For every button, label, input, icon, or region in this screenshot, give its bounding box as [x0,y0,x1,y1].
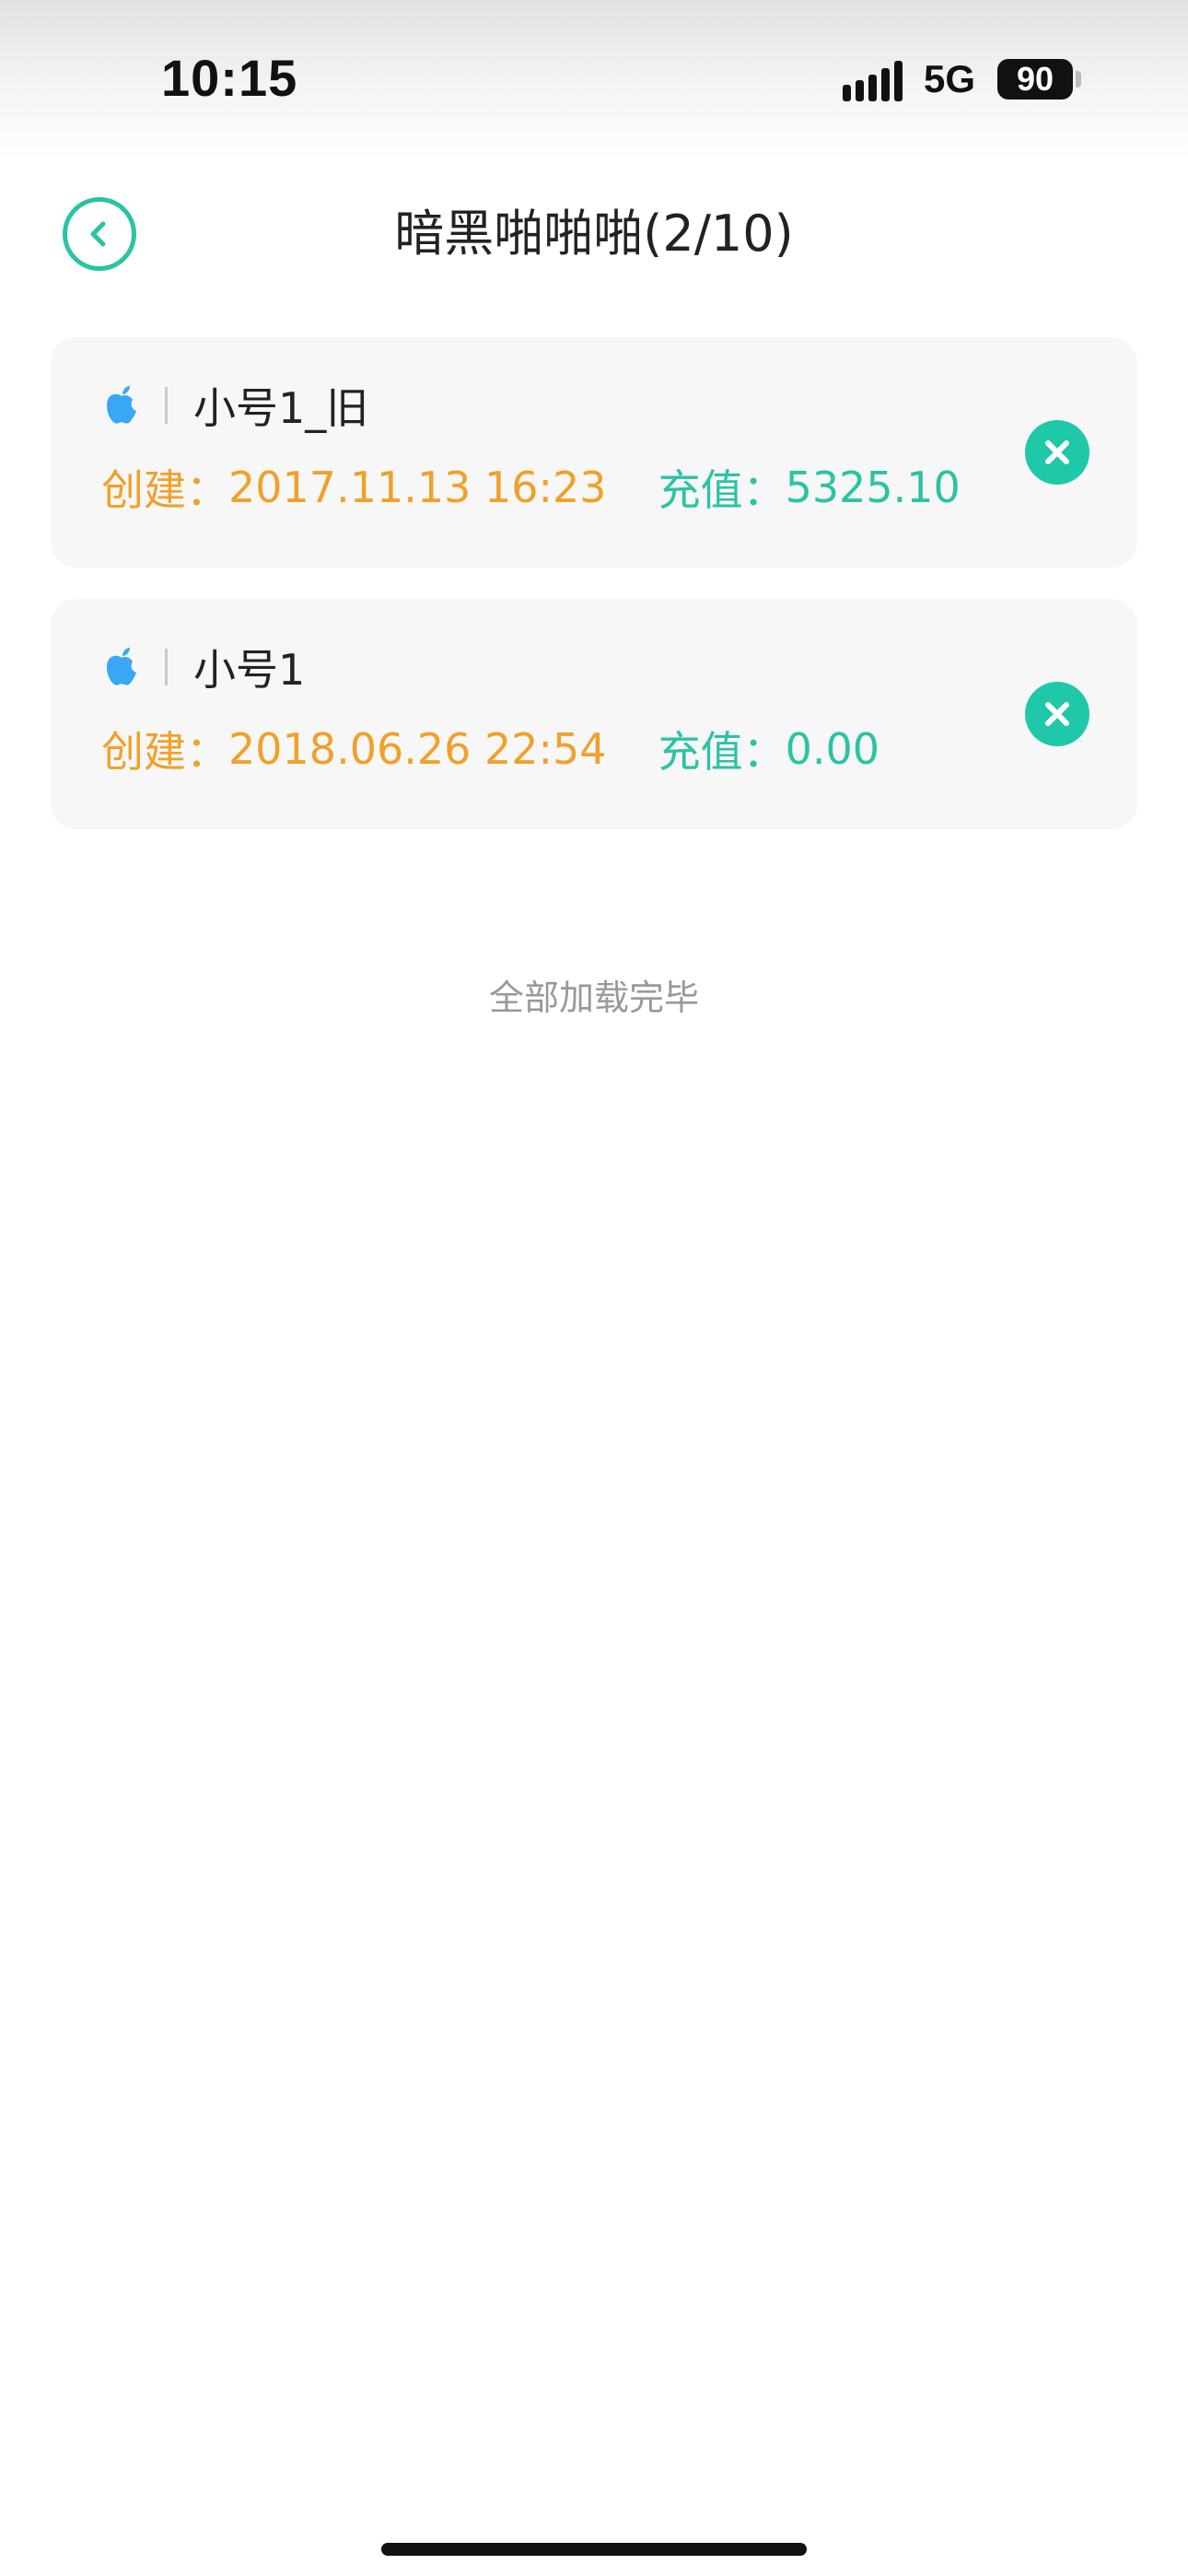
separator [165,649,168,685]
recharge-value: 0.00 [785,724,879,774]
separator [165,387,168,424]
battery-tip [1076,71,1081,88]
close-icon [1045,702,1069,726]
created-value: 2017.11.13 16:23 [228,463,607,512]
home-indicator[interactable] [381,2543,807,2556]
battery-level: 90 [1016,60,1054,98]
created-label: 创建： [101,465,228,515]
apple-icon [106,648,136,685]
account-card[interactable]: 小号1_旧 创建： 2017.11.13 16:23 充值： 5325.10 [51,337,1137,568]
recharge-label: 充值： [658,465,786,515]
created-value: 2018.06.26 22:54 [228,724,607,774]
load-finished-text: 全部加载完毕 [488,978,699,1018]
account-name: 小号1 [193,645,306,695]
chevron-left-icon [90,221,106,247]
account-details: 创建： 2017.11.13 16:23 充值： 5325.10 [101,457,961,518]
recharge-value: 5325.10 [785,463,961,512]
close-icon [1045,440,1069,464]
apple-icon [106,386,136,424]
page-title: 暗黑啪啪啪(2/10) [394,205,794,263]
status-time: 10:15 [161,49,298,107]
account-details: 创建： 2018.06.26 22:54 充值： 0.00 [101,719,879,779]
account-name: 小号1_旧 [193,383,369,433]
network-type: 5G [924,57,976,100]
delete-account-button[interactable] [1025,682,1089,746]
battery-icon: 90 [997,59,1073,100]
account-card[interactable]: 小号1 创建： 2018.06.26 22:54 充值： 0.00 [51,599,1137,829]
signal-icon [843,61,903,101]
account-header: 小号1 [104,636,305,698]
back-button[interactable] [63,197,136,271]
delete-account-button[interactable] [1025,420,1089,485]
recharge-label: 充值： [658,727,786,777]
status-bar: 10:15 5G 90 [0,0,1188,158]
account-header: 小号1_旧 [104,374,368,437]
created-label: 创建： [101,727,228,777]
